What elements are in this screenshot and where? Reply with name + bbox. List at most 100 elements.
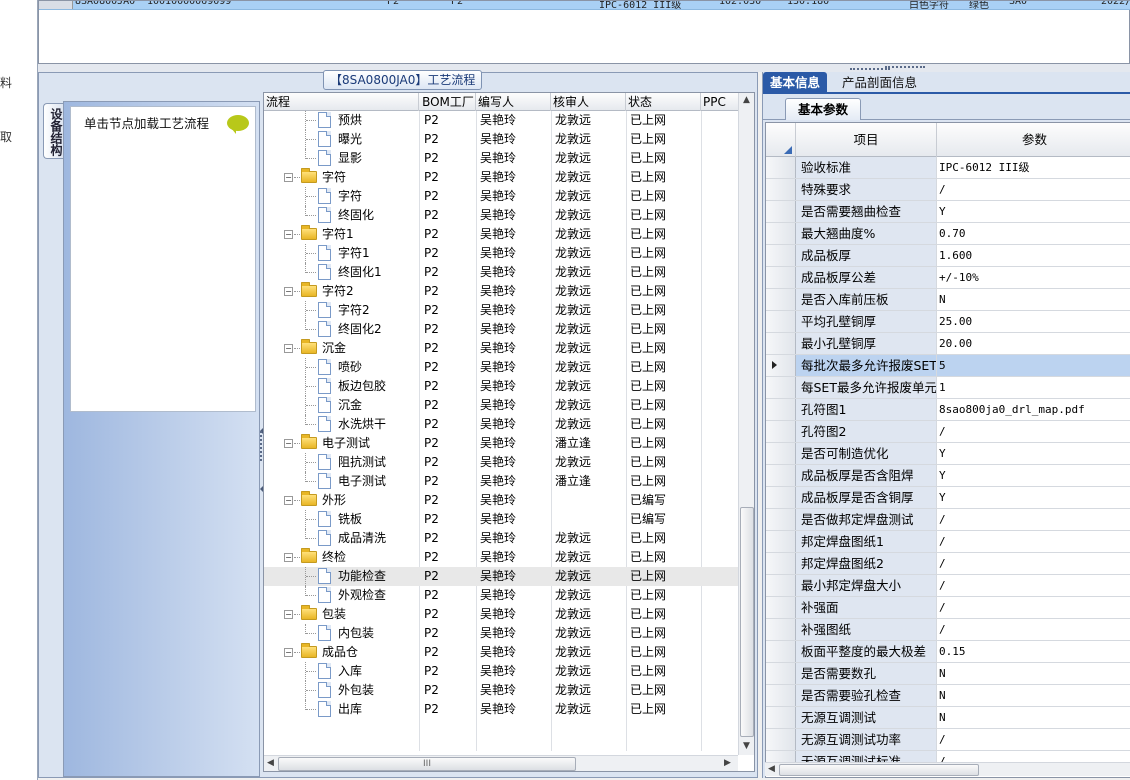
param-row[interactable]: 无源互调测试 N: [766, 707, 1130, 729]
tree-hscroll-thumb[interactable]: III: [278, 757, 576, 771]
param-value[interactable]: +/-10%: [937, 267, 1130, 288]
param-value[interactable]: 0.70: [937, 223, 1130, 244]
row-indicator[interactable]: [766, 729, 796, 750]
param-row[interactable]: 补强面 /: [766, 597, 1130, 619]
param-row[interactable]: 最小邦定焊盘大小 /: [766, 575, 1130, 597]
param-value[interactable]: N: [937, 685, 1130, 706]
collapse-icon[interactable]: −: [284, 610, 293, 619]
row-indicator[interactable]: [766, 355, 796, 376]
param-value[interactable]: /: [937, 619, 1130, 640]
scroll-right-icon[interactable]: ▶: [724, 758, 731, 768]
row-indicator[interactable]: [766, 311, 796, 332]
row-indicator[interactable]: [766, 619, 796, 640]
tree-row[interactable]: 成品清洗 P2 吴艳玲 龙敦远 已上网: [264, 529, 738, 548]
tab-basic-info[interactable]: 基本信息: [763, 72, 828, 94]
collapse-icon[interactable]: −: [284, 439, 293, 448]
tree-group-row[interactable]: − 字符2 P2 吴艳玲 龙敦远 已上网: [264, 282, 738, 301]
param-value[interactable]: /: [937, 531, 1130, 552]
tree-row[interactable]: 终固化 P2 吴艳玲 龙敦远 已上网: [264, 206, 738, 225]
param-row[interactable]: 最小孔壁铜厚 20.00: [766, 333, 1130, 355]
collapse-icon[interactable]: −: [284, 344, 293, 353]
tree-row[interactable]: 内包装 P2 吴艳玲 龙敦远 已上网: [264, 624, 738, 643]
tree-group-row[interactable]: − 包装 P2 吴艳玲 龙敦远 已上网: [264, 605, 738, 624]
col-header-process[interactable]: 流程: [264, 93, 419, 111]
param-row[interactable]: 成品板厚是否含阻焊 Y: [766, 465, 1130, 487]
col-header-bom[interactable]: BOM工厂: [419, 93, 476, 111]
param-value[interactable]: 5: [937, 355, 1130, 376]
row-indicator[interactable]: [766, 421, 796, 442]
param-row[interactable]: 成品板厚是否含铜厚 Y: [766, 487, 1130, 509]
row-indicator[interactable]: [766, 641, 796, 662]
param-value[interactable]: /: [937, 575, 1130, 596]
param-row[interactable]: 补强图纸 /: [766, 619, 1130, 641]
tree-row[interactable]: 喷砂 P2 吴艳玲 龙敦远 已上网: [264, 358, 738, 377]
order-grid-selected-row[interactable]: 8SA0800JA0 10010000069099 P2 P2 IPC-6012 III…: [39, 1, 1130, 10]
param-value[interactable]: 1: [937, 377, 1130, 398]
params-corner[interactable]: [766, 123, 796, 157]
col-header-param[interactable]: 参数: [937, 123, 1130, 157]
row-indicator[interactable]: [766, 267, 796, 288]
col-header-reviewer[interactable]: 核审人: [551, 93, 626, 111]
col-header-ppc[interactable]: PPC: [701, 93, 738, 111]
tree-row[interactable]: 终固化2 P2 吴艳玲 龙敦远 已上网: [264, 320, 738, 339]
row-indicator[interactable]: [766, 465, 796, 486]
param-row[interactable]: 成品板厚 1.600: [766, 245, 1130, 267]
param-value[interactable]: /: [937, 421, 1130, 442]
param-value[interactable]: IPC-6012 III级: [937, 157, 1130, 178]
col-header-writer[interactable]: 编写人: [476, 93, 551, 111]
param-row[interactable]: 是否需要翘曲检查 Y: [766, 201, 1130, 223]
params-hscroll-thumb[interactable]: [779, 764, 979, 776]
param-value[interactable]: Y: [937, 443, 1130, 464]
tree-group-row[interactable]: − 沉金 P2 吴艳玲 龙敦远 已上网: [264, 339, 738, 358]
tree-row[interactable]: 电子测试 P2 吴艳玲 潘立逢 已上网: [264, 472, 738, 491]
param-row[interactable]: 孔符图1 8sao800ja0_drl_map.pdf: [766, 399, 1130, 421]
tree-row[interactable]: 终固化1 P2 吴艳玲 龙敦远 已上网: [264, 263, 738, 282]
row-indicator[interactable]: [766, 333, 796, 354]
params-horizontal-scrollbar[interactable]: ◀: [765, 762, 1130, 776]
param-row[interactable]: 邦定焊盘图纸2/: [766, 553, 1130, 575]
tab-product-section-info[interactable]: 产品剖面信息: [835, 72, 924, 94]
tree-group-row[interactable]: − 字符1 P2 吴艳玲 龙敦远 已上网: [264, 225, 738, 244]
param-value[interactable]: /: [937, 179, 1130, 200]
row-indicator[interactable]: [766, 179, 796, 200]
param-row[interactable]: 验收标准 IPC-6012 III级: [766, 157, 1130, 179]
param-row[interactable]: 成品板厚公差 +/-10%: [766, 267, 1130, 289]
param-value[interactable]: 25.00: [937, 311, 1130, 332]
collapse-icon[interactable]: −: [284, 230, 293, 239]
param-value[interactable]: /: [937, 509, 1130, 530]
tree-row[interactable]: 入库 P2 吴艳玲 龙敦远 已上网: [264, 662, 738, 681]
collapse-icon[interactable]: −: [284, 496, 293, 505]
tree-row[interactable]: 字符1 P2 吴艳玲 龙敦远 已上网: [264, 244, 738, 263]
row-indicator[interactable]: [766, 663, 796, 684]
tree-group-row[interactable]: − 电子测试 P2 吴艳玲 潘立逢 已上网: [264, 434, 738, 453]
tree-row[interactable]: 阻抗测试 P2 吴艳玲 龙敦远 已上网: [264, 453, 738, 472]
tree-row[interactable]: 水洗烘干 P2 吴艳玲 龙敦远 已上网: [264, 415, 738, 434]
row-indicator[interactable]: [766, 575, 796, 596]
tree-row[interactable]: 功能检查 P2 吴艳玲 龙敦远 已上网: [264, 567, 738, 586]
tree-row[interactable]: 沉金 P2 吴艳玲 龙敦远 已上网: [264, 396, 738, 415]
param-value[interactable]: Y: [937, 201, 1130, 222]
col-header-item[interactable]: 项目: [796, 123, 937, 157]
row-indicator[interactable]: [766, 377, 796, 398]
collapse-icon[interactable]: −: [284, 173, 293, 182]
tree-row[interactable]: 外包装 P2 吴艳玲 龙敦远 已上网: [264, 681, 738, 700]
tree-row[interactable]: 曝光 P2 吴艳玲 龙敦远 已上网: [264, 130, 738, 149]
param-value[interactable]: /: [937, 553, 1130, 574]
param-value[interactable]: 1.600: [937, 245, 1130, 266]
params-scroll-left-icon[interactable]: ◀: [768, 764, 775, 774]
param-row[interactable]: 孔符图2/: [766, 421, 1130, 443]
param-row[interactable]: 是否可制造优化 Y: [766, 443, 1130, 465]
tree-group-row[interactable]: − 外形 P2 吴艳玲 已编写: [264, 491, 738, 510]
row-indicator[interactable]: [766, 245, 796, 266]
collapse-icon[interactable]: −: [284, 648, 293, 657]
param-row[interactable]: 板面平整度的最大极差 0.15: [766, 641, 1130, 663]
param-value[interactable]: N: [937, 289, 1130, 310]
top-splitter[interactable]: [38, 64, 1130, 72]
top-splitter-grip-icon[interactable]: [885, 66, 925, 69]
param-value[interactable]: 8sao800ja0_drl_map.pdf: [937, 399, 1130, 420]
collapse-icon[interactable]: −: [284, 287, 293, 296]
param-row[interactable]: 每SET最多允许报废单元 1: [766, 377, 1130, 399]
param-row[interactable]: 是否需要验孔检查 N: [766, 685, 1130, 707]
tree-row[interactable]: 字符2 P2 吴艳玲 龙敦远 已上网: [264, 301, 738, 320]
param-row[interactable]: 是否做邦定焊盘测试 /: [766, 509, 1130, 531]
